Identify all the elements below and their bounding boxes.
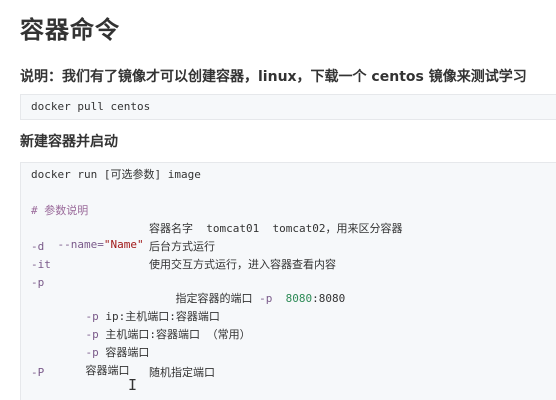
section-heading: 新建容器并启动: [20, 134, 118, 150]
intro-text: 说明：我们有了镜像才可以创建容器，linux，下载一个 centos 镜像来测试…: [20, 69, 527, 85]
param-desc: 随机指定端口: [149, 366, 215, 379]
run-command: docker run [可选参数] image: [31, 168, 201, 181]
param-value: "Name": [103, 238, 144, 251]
page-title: 容器命令: [20, 16, 120, 44]
param-flag: -p: [31, 276, 45, 289]
param-desc: 容器名字 tomcat01 tomcat02，用来区分容器: [149, 222, 403, 235]
sub-option: 容器端口: [59, 347, 130, 395]
sub-option-text: 容器端口: [85, 364, 130, 377]
param-flag: -d: [31, 240, 45, 253]
param-flag: -P: [31, 366, 45, 379]
param-flag: --name=: [57, 238, 104, 251]
code-block-run[interactable]: docker run [可选参数] image # 参数说明 --name="N…: [20, 162, 556, 400]
code-block-pull[interactable]: docker pull centos: [20, 94, 556, 120]
desc-port: 8080: [285, 292, 313, 305]
params-comment: # 参数说明: [31, 204, 89, 217]
param-desc: 后台方式运行: [149, 240, 215, 253]
text-cursor-icon: I: [128, 376, 138, 394]
param-desc: 使用交互方式运行，进入容器查看内容: [149, 258, 336, 271]
desc-flag: -p: [259, 292, 273, 305]
pull-command: docker pull centos: [31, 100, 151, 113]
desc-suffix: :8080: [312, 292, 346, 305]
param-flag: -it: [31, 258, 51, 271]
